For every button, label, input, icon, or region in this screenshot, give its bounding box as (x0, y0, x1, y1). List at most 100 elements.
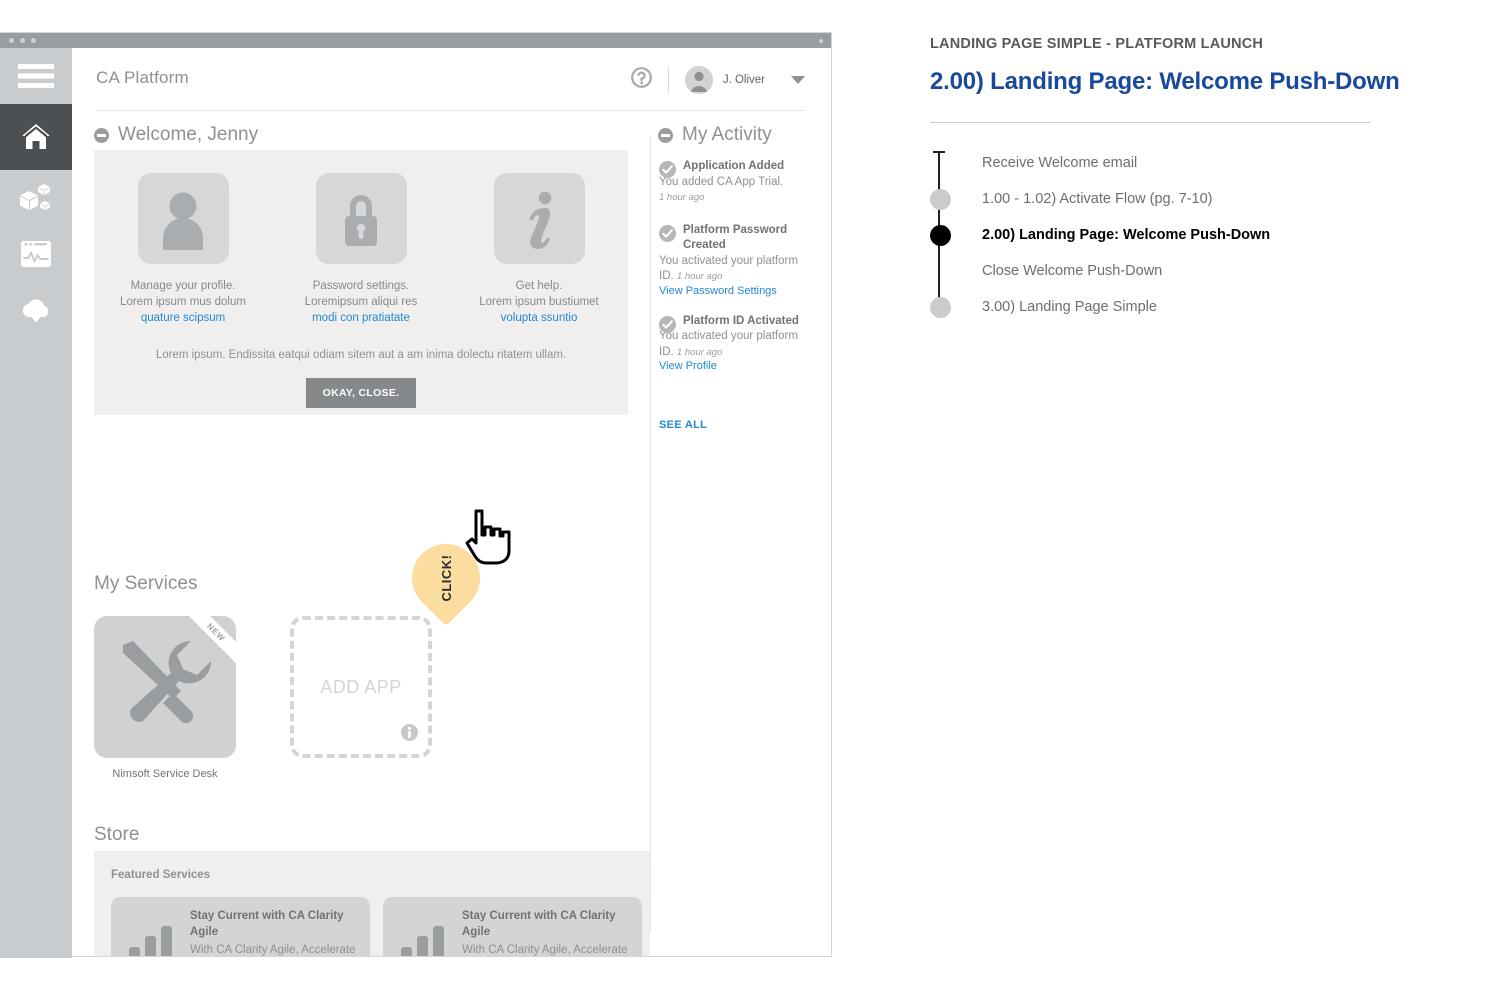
welcome-tile-line2: Loremipsum aliqui res (304, 296, 418, 308)
window-dot-maximize[interactable] (31, 38, 36, 43)
activity-list: Application Added You added CA App Trial… (659, 159, 801, 389)
activity-item: Platform Password Created You activated … (659, 223, 801, 297)
store-section-header: Store (94, 824, 139, 846)
sidebar-item-apps[interactable] (0, 170, 72, 226)
timeline-dot (930, 188, 951, 210)
check-circle-icon (659, 161, 676, 178)
activity-item-link[interactable]: View Profile (659, 360, 801, 372)
home-icon (21, 123, 51, 151)
timeline-row: 1.00 - 1.02) Activate Flow (pg. 7-10) (930, 181, 1470, 217)
welcome-tile-link[interactable]: quature scipsum (94, 310, 272, 327)
welcome-tile-password[interactable]: Password settings. Loremipsum aliqui res… (272, 173, 450, 327)
activity-see-all-link[interactable]: SEE ALL (659, 419, 707, 431)
activity-section-header: My Activity (658, 124, 772, 146)
annotation-rule (930, 122, 1370, 123)
app-content: CA Platform J. Oliver Welcome, Jenny Man… (72, 48, 831, 956)
menu-icon (18, 63, 54, 89)
timeline-row: 3.00) Landing Page Simple (930, 289, 1470, 325)
add-app-tile[interactable]: ADD APP (290, 616, 432, 758)
content-columns: Welcome, Jenny Manage your profile. Lore… (72, 111, 831, 956)
hand-pointer-cursor (464, 509, 512, 570)
add-app-label: ADD APP (320, 676, 402, 697)
timeline-label: 2.00) Landing Page: Welcome Push-Down (982, 227, 1271, 243)
help-question-icon[interactable] (630, 67, 652, 93)
window-dot-right[interactable] (819, 39, 823, 43)
activity-item-title: Platform Password Created (683, 223, 788, 252)
app-header: CA Platform J. Oliver (72, 48, 831, 111)
annotation-panel: LANDING PAGE SIMPLE - PLATFORM LAUNCH 2.… (930, 36, 1470, 325)
annotation-kicker: LANDING PAGE SIMPLE - PLATFORM LAUNCH (930, 36, 1264, 52)
activity-column: My Activity Application Added You added … (651, 111, 831, 956)
chevron-down-icon[interactable] (791, 76, 805, 84)
sidebar-item-monitoring[interactable] (0, 226, 72, 282)
activity-heading: My Activity (682, 124, 772, 145)
lock-icon (315, 173, 407, 264)
minus-circle-icon[interactable] (94, 127, 109, 143)
okay-close-button[interactable]: OKAY, CLOSE. (305, 378, 417, 408)
store-heading: Store (94, 824, 140, 845)
window-dot-minimize[interactable] (20, 38, 25, 43)
timeline-top-cap (933, 151, 945, 153)
activity-item: Platform ID Activated You activated your… (659, 314, 801, 372)
welcome-pushdown-panel: Manage your profile. Lorem ipsum mus dol… (94, 150, 628, 415)
welcome-tile-line2: Lorem ipsum bustiumet (479, 296, 599, 308)
main-column: Welcome, Jenny Manage your profile. Lore… (72, 111, 650, 956)
welcome-heading: Welcome, Jenny (118, 124, 259, 145)
bar-chart-icon (123, 909, 179, 956)
activity-item-time: 1 hour ago (676, 346, 723, 358)
sidebar (0, 48, 72, 958)
featured-card-title: Stay Current with CA Clarity Agile (462, 910, 616, 938)
timeline-label: Close Welcome Push-Down (982, 263, 1163, 279)
welcome-tile-line1: Manage your profile. (130, 280, 236, 292)
activity-item-time: 1 hour ago (676, 271, 723, 282)
monitoring-icon (21, 241, 51, 267)
window-dot-close[interactable] (9, 38, 14, 43)
header-actions: J. Oliver (630, 64, 805, 96)
sidebar-item-home[interactable] (0, 104, 72, 170)
info-circle-icon[interactable] (401, 724, 418, 746)
store-panel: Featured Services Stay Current with CA C… (94, 851, 650, 956)
featured-card[interactable]: Stay Current with CA Clarity Agile With … (383, 897, 642, 956)
window-title-bar (0, 33, 831, 48)
activity-item-description: You added CA App Trial. (659, 175, 784, 188)
welcome-tile-profile[interactable]: Manage your profile. Lorem ipsum mus dol… (94, 173, 272, 327)
welcome-tile-line1: Password settings. (312, 280, 410, 292)
sidebar-item-menu[interactable] (0, 48, 72, 104)
user-name-label: J. Oliver (722, 74, 765, 86)
services-section-header: My Services (94, 573, 197, 595)
featured-card-description: With CA Clarity Agile, Accelerate Adopti… (190, 944, 356, 956)
timeline-label: 1.00 - 1.02) Activate Flow (pg. 7-10) (982, 191, 1213, 207)
welcome-tile-help[interactable]: Get help. Lorem ipsum bustiumet volupta … (450, 173, 628, 327)
welcome-tile-link[interactable]: volupta ssuntio (450, 310, 628, 327)
minus-circle-icon[interactable] (658, 127, 673, 143)
sidebar-item-downloads[interactable] (0, 282, 72, 338)
activity-item-title: Application Added (683, 160, 785, 172)
page-title: CA Platform (96, 68, 189, 87)
flow-timeline: Receive Welcome email 1.00 - 1.02) Activ… (930, 145, 1470, 325)
cloud-download-icon (19, 297, 53, 323)
activity-item: Application Added You added CA App Trial… (659, 159, 801, 206)
timeline-label: 3.00) Landing Page Simple (982, 299, 1157, 315)
service-tile-label: Nimsoft Service Desk (112, 768, 218, 780)
timeline-dot-current (930, 224, 951, 246)
timeline-row: Close Welcome Push-Down (982, 253, 1470, 289)
activity-item-link[interactable]: View Password Settings (659, 285, 801, 297)
featured-card-title: Stay Current with CA Clarity Agile (190, 910, 344, 938)
apps-cubes-icon (19, 183, 53, 213)
activity-item-title: Platform ID Activated (683, 314, 799, 327)
check-circle-icon (659, 224, 676, 242)
featured-cards: Stay Current with CA Clarity Agile With … (94, 881, 650, 956)
user-profile-icon (137, 173, 229, 264)
service-tile-nimsoft[interactable]: NEW (94, 616, 236, 758)
welcome-tile-line1: Get help. (515, 280, 563, 292)
browser-window: CA Platform J. Oliver Welcome, Jenny Man… (0, 32, 832, 958)
timeline-dot (930, 296, 951, 318)
avatar[interactable] (684, 66, 713, 94)
welcome-tile-link[interactable]: modi con pratiatate (272, 310, 450, 327)
tools-wrench-screwdriver-icon (123, 640, 212, 724)
bar-chart-icon (395, 909, 451, 956)
welcome-tiles: Manage your profile. Lorem ipsum mus dol… (94, 150, 628, 327)
welcome-tile-line2: Lorem ipsum mus dolum (120, 296, 246, 308)
annotation-title: 2.00) Landing Page: Welcome Push-Down (930, 68, 1400, 95)
featured-card[interactable]: Stay Current with CA Clarity Agile With … (111, 897, 370, 956)
